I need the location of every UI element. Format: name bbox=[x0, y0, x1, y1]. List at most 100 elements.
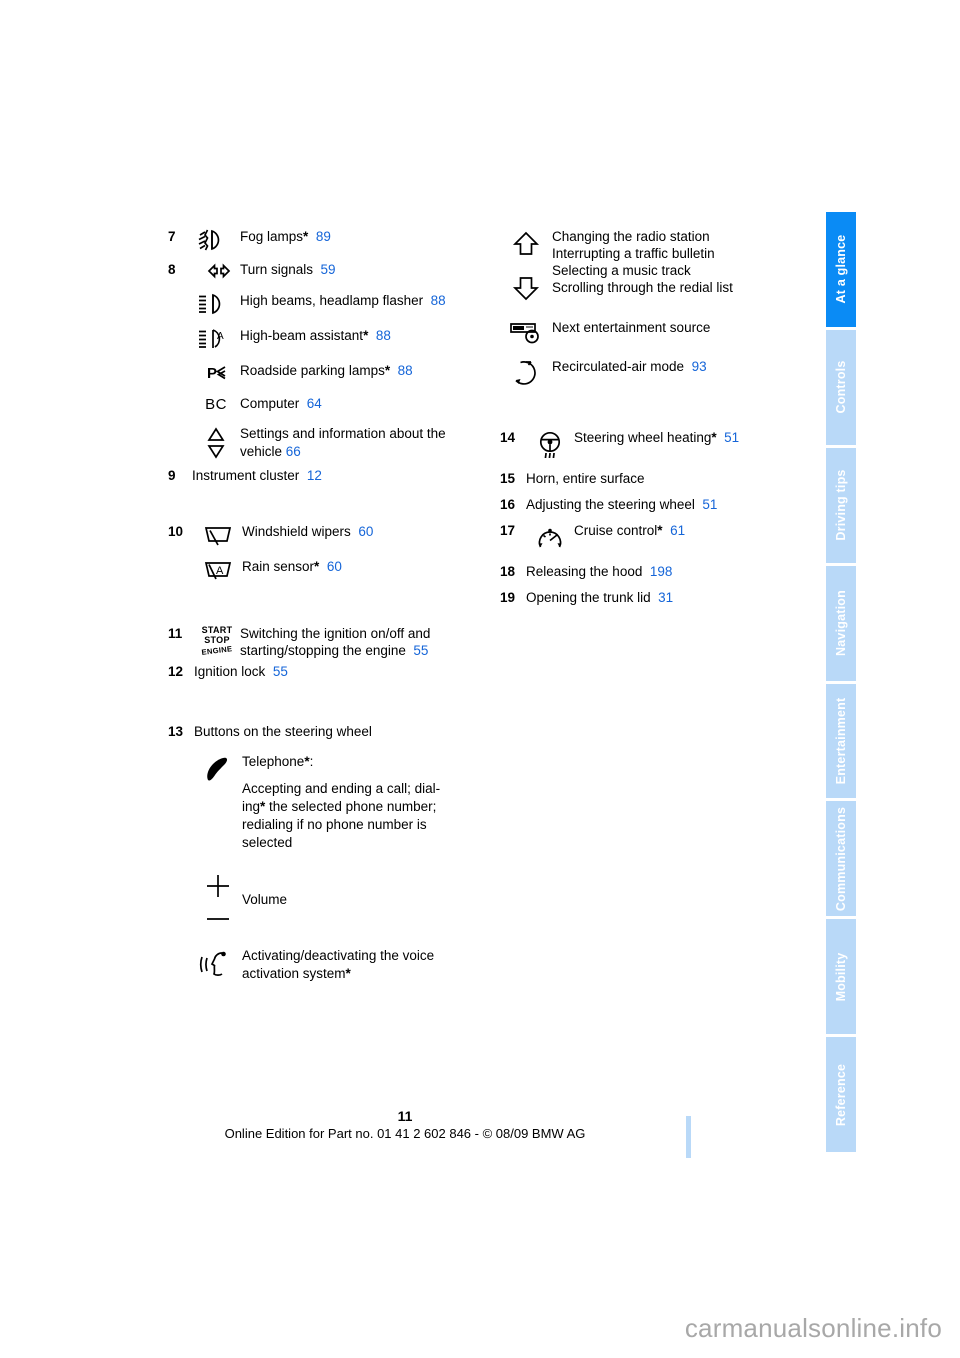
tab-label: Controls bbox=[833, 360, 848, 414]
body-2a: ing bbox=[242, 799, 261, 814]
entry-label: Windshield wipers bbox=[242, 524, 351, 539]
manual-page: 7 Fog lamps* 89 8 Turn signals 59 High b… bbox=[0, 0, 960, 1276]
tab-label: Entertainment bbox=[833, 697, 848, 785]
entry-board-computer: BC Computer 64 bbox=[168, 395, 488, 413]
entry-label: Turn signals bbox=[240, 262, 314, 277]
page-ref: 51 bbox=[724, 430, 740, 445]
entry-13-steering-wheel-buttons: 13 Buttons on the steering wheel bbox=[168, 723, 488, 741]
tab-controls[interactable]: Controls bbox=[826, 329, 856, 445]
entry-text: High beams, headlamp flasher 88 bbox=[240, 292, 488, 310]
entry-high-beam-assistant: A High-beam assistant* 88 bbox=[168, 327, 488, 350]
entry-text: Steering wheel heating* 51 bbox=[574, 429, 800, 447]
cruise-control-icon bbox=[526, 522, 574, 553]
entry-label: Buttons on the steering wheel bbox=[194, 724, 372, 739]
entry-text: High-beam assistant* 88 bbox=[240, 327, 488, 345]
tab-mobility[interactable]: Mobility bbox=[826, 919, 856, 1035]
entry-text: Recirculated-air mode 93 bbox=[552, 358, 800, 376]
tab-entertainment[interactable]: Entertainment bbox=[826, 683, 856, 799]
entry-voice-activation: Activating/deactivating the voice activa… bbox=[168, 947, 488, 983]
entry-rain-sensor: A Rain sensor* 60 bbox=[168, 558, 488, 581]
entry-label: High-beam assistant bbox=[240, 328, 364, 343]
fog-lamp-icon bbox=[192, 228, 240, 251]
option-star: * bbox=[657, 523, 663, 538]
svg-text:P: P bbox=[207, 365, 217, 382]
tab-label: Reference bbox=[833, 1063, 848, 1126]
entry-15-horn: 15 Horn, entire surface bbox=[500, 470, 800, 488]
bc-glyph: BC bbox=[205, 396, 227, 413]
entry-8-turn-signals: 8 Turn signals 59 bbox=[168, 261, 488, 280]
entry-roadside-parking-lamps: P Roadside parking lamps* 88 bbox=[168, 362, 488, 383]
entry-label: Switching the ignition on/off and starti… bbox=[240, 626, 431, 658]
entry-text: Next entertainment source bbox=[552, 319, 800, 337]
entry-number: 13 bbox=[168, 724, 184, 739]
tab-navigation[interactable]: Navigation bbox=[826, 565, 856, 681]
recirculated-air-icon bbox=[500, 358, 552, 387]
arrow-up-icon bbox=[512, 231, 540, 301]
body-2b: the selected phone number; bbox=[265, 799, 437, 814]
entry-14-steering-wheel-heating: 14 Steering wheel heating* 51 bbox=[500, 429, 800, 460]
entry-text: Switching the ignition on/off and starti… bbox=[240, 625, 488, 659]
entry-text: Changing the radio station Interrupting … bbox=[552, 228, 800, 296]
entry-18-releasing-hood: 18 Releasing the hood 198 bbox=[500, 563, 800, 581]
page-ref: 88 bbox=[430, 293, 446, 308]
voice-line-1: Activating/deactivating the voice bbox=[242, 948, 435, 963]
entry-12-ignition-lock: 12 Ignition lock 55 bbox=[168, 663, 488, 681]
left-column: 7 Fog lamps* 89 8 Turn signals 59 High b… bbox=[168, 228, 488, 983]
page-ref: 61 bbox=[670, 523, 686, 538]
entry-text: Rain sensor* 60 bbox=[242, 558, 488, 576]
entry-label: Next entertainment source bbox=[552, 320, 711, 335]
page-ref: 89 bbox=[315, 229, 331, 244]
entry-text: Opening the trunk lid 31 bbox=[526, 589, 800, 607]
telephone-body-line-4: selected bbox=[242, 835, 293, 850]
voice-activation-icon bbox=[194, 947, 242, 980]
tab-reference[interactable]: Reference bbox=[826, 1037, 856, 1152]
site-watermark: carmanualsonline.info bbox=[684, 1313, 942, 1343]
voice-line-2: activation system* bbox=[242, 965, 488, 983]
page-ref: 66 bbox=[285, 444, 301, 459]
tab-at-a-glance[interactable]: At a glance bbox=[826, 212, 856, 327]
entry-text: Roadside parking lamps* 88 bbox=[240, 362, 488, 380]
high-beam-assistant-icon: A bbox=[192, 327, 240, 350]
entry-number: 9 bbox=[168, 468, 176, 483]
tab-label: Navigation bbox=[833, 590, 848, 657]
arrow-line-1: Changing the radio station bbox=[552, 229, 710, 244]
entry-number: 7 bbox=[168, 229, 176, 244]
entry-text: Windshield wipers 60 bbox=[242, 523, 488, 541]
tab-driving-tips[interactable]: Driving tips bbox=[826, 447, 856, 563]
page-ref: 60 bbox=[326, 559, 342, 574]
entry-label: Cruise control bbox=[574, 523, 658, 538]
engine-text: ENGINE bbox=[201, 644, 233, 657]
tab-communications[interactable]: Communications bbox=[826, 801, 856, 917]
entry-text: Volume bbox=[242, 870, 488, 909]
entry-19-opening-trunk-lid: 19 Opening the trunk lid 31 bbox=[500, 589, 800, 607]
rain-sensor-icon: A bbox=[194, 558, 242, 581]
entry-label: Computer bbox=[240, 396, 300, 411]
entry-label: Settings and information about the vehic… bbox=[240, 426, 446, 459]
entry-label: Instrument cluster bbox=[192, 468, 300, 483]
entry-text: Computer 64 bbox=[240, 395, 488, 413]
option-star: * bbox=[303, 229, 309, 244]
entry-label: Volume bbox=[242, 892, 288, 907]
entry-label: Roadside parking lamps bbox=[240, 363, 385, 378]
entry-number: 10 bbox=[168, 524, 184, 539]
entry-label: Opening the trunk lid bbox=[526, 590, 651, 605]
board-computer-icon: BC bbox=[192, 395, 240, 413]
entry-label: Ignition lock bbox=[194, 664, 266, 679]
arrow-line-4: Scrolling through the redial list bbox=[552, 280, 733, 295]
entry-number: 11 bbox=[168, 626, 183, 641]
entry-10-windshield-wipers: 10 Windshield wipers 60 bbox=[168, 523, 488, 546]
entry-label: Adjusting the steering wheel bbox=[526, 497, 695, 512]
entry-label: Fog lamps bbox=[240, 229, 304, 244]
option-star: * bbox=[345, 966, 351, 981]
up-down-triangle-icon bbox=[192, 425, 240, 460]
svg-text:A: A bbox=[216, 565, 224, 577]
entry-label: High beams, headlamp flasher bbox=[240, 293, 424, 308]
page-ref: 93 bbox=[691, 359, 707, 374]
option-star: * bbox=[314, 559, 320, 574]
tab-label: Communications bbox=[833, 806, 848, 911]
entry-11-start-stop-engine: 11 START STOP ENGINE Switching the ignit… bbox=[168, 625, 488, 659]
entry-text: Telephone*: Accepting and ending a call;… bbox=[242, 753, 488, 852]
tab-label: Mobility bbox=[833, 952, 848, 1002]
entry-text: Releasing the hood 198 bbox=[526, 563, 800, 581]
high-beam-icon bbox=[192, 292, 240, 315]
